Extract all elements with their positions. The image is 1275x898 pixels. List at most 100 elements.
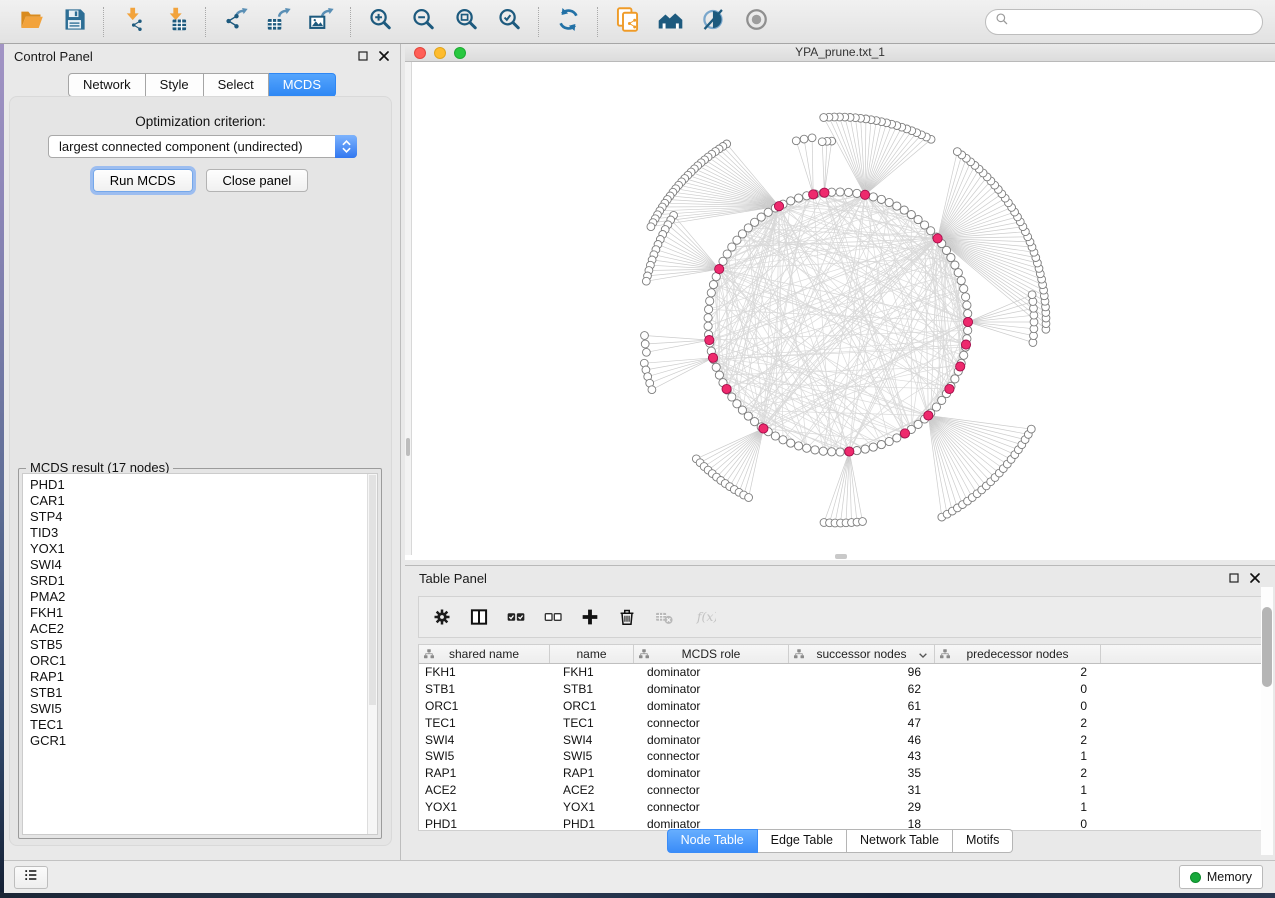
mcds-result-item[interactable]: SWI4 — [30, 557, 361, 573]
save-session-button[interactable] — [57, 4, 91, 40]
mcds-result-item[interactable]: GCR1 — [30, 733, 361, 749]
import-table-button[interactable] — [159, 4, 193, 40]
zoom-in-button[interactable] — [363, 4, 397, 40]
node-table-header: shared namename MCDS role successor nodes p… — [419, 645, 1261, 664]
table-row[interactable]: YOX1YOX1connector291 — [419, 798, 1261, 815]
home-networks-button[interactable] — [653, 4, 687, 40]
select-all-columns-icon[interactable] — [505, 606, 527, 628]
cell-shared_name: SWI4 — [419, 733, 550, 747]
mcds-result-item[interactable]: STB5 — [30, 637, 361, 653]
mcds-result-item[interactable]: FKH1 — [30, 605, 361, 621]
memory-button[interactable]: Memory — [1179, 865, 1263, 889]
table-row[interactable]: FKH1FKH1dominator962 — [419, 664, 1261, 681]
close-table-panel-icon[interactable] — [1249, 571, 1261, 589]
float-panel-icon[interactable] — [357, 49, 369, 67]
deselect-all-columns-icon[interactable] — [542, 606, 564, 628]
mcds-result-item[interactable]: ORC1 — [30, 653, 361, 669]
mcds-result-item[interactable]: STP4 — [30, 509, 361, 525]
zoom-out-button[interactable] — [406, 4, 440, 40]
tree-icon — [793, 648, 805, 660]
column-header-MCDS-role[interactable]: MCDS role — [634, 645, 789, 663]
copy-network-button[interactable] — [610, 4, 644, 40]
network-graph[interactable] — [405, 62, 1275, 560]
mcds-result-item[interactable]: PHD1 — [30, 477, 361, 493]
zoom-fit-button[interactable] — [449, 4, 483, 40]
cell-name: RAP1 — [550, 766, 634, 780]
mcds-result-item[interactable]: CAR1 — [30, 493, 361, 509]
result-list-scrollbar[interactable] — [367, 474, 377, 834]
delete-column-icon[interactable] — [616, 606, 638, 628]
mcds-result-item[interactable]: RAP1 — [30, 669, 361, 685]
tab-motifs[interactable]: Motifs — [953, 829, 1013, 853]
close-panel-icon[interactable] — [378, 49, 390, 67]
cell-mcds_role: connector — [634, 749, 789, 763]
network-horizontal-scrollbar[interactable] — [835, 554, 847, 559]
tab-style[interactable]: Style — [146, 73, 204, 97]
column-header-name[interactable]: name — [550, 645, 634, 663]
mcds-result-item[interactable]: TEC1 — [30, 717, 361, 733]
show-details-eye-button[interactable] — [739, 4, 773, 40]
add-column-icon[interactable] — [579, 606, 601, 628]
cell-shared_name: ACE2 — [419, 783, 550, 797]
refresh-layout-button[interactable] — [551, 4, 585, 40]
table-scrollbar[interactable] — [1261, 587, 1273, 855]
tab-select[interactable]: Select — [204, 73, 269, 97]
tab-edge-table[interactable]: Edge Table — [758, 829, 847, 853]
mcds-result-item[interactable]: PMA2 — [30, 589, 361, 605]
column-header-predecessor-nodes[interactable]: predecessor nodes — [935, 645, 1101, 663]
float-table-panel-icon[interactable] — [1228, 571, 1240, 589]
network-canvas[interactable] — [405, 62, 1275, 560]
mcds-result-item[interactable]: SWI5 — [30, 701, 361, 717]
close-window-icon[interactable] — [414, 47, 426, 59]
tab-mcds[interactable]: MCDS — [269, 73, 336, 97]
table-toolbar: f(x) — [418, 596, 1262, 638]
import-network-button[interactable] — [116, 4, 150, 40]
search-box[interactable] — [985, 9, 1263, 35]
export-table-button[interactable] — [261, 4, 295, 40]
cell-shared_name: ORC1 — [419, 699, 550, 713]
zoom-selected-button[interactable] — [492, 4, 526, 40]
app-window: Control Panel NetworkStyleSelectMCDS Opt… — [4, 0, 1275, 893]
cell-predecessor_nodes: 1 — [935, 749, 1101, 763]
cell-mcds_role: dominator — [634, 682, 789, 696]
cell-shared_name: SWI5 — [419, 749, 550, 763]
column-header-filler — [1101, 645, 1261, 663]
export-network-button[interactable] — [218, 4, 252, 40]
table-row[interactable]: SWI5SWI5connector431 — [419, 748, 1261, 765]
column-header-shared-name[interactable]: shared name — [419, 645, 550, 663]
mcds-result-item[interactable]: STB1 — [30, 685, 361, 701]
network-vertical-scrollbar[interactable] — [405, 62, 412, 555]
maximize-window-icon[interactable] — [454, 47, 466, 59]
close-panel-button[interactable]: Close panel — [206, 169, 309, 192]
column-label: successor nodes — [816, 647, 906, 661]
run-mcds-button[interactable]: Run MCDS — [93, 169, 193, 192]
table-row[interactable]: ORC1ORC1dominator610 — [419, 698, 1261, 715]
table-row[interactable]: TEC1TEC1connector472 — [419, 714, 1261, 731]
task-history-button[interactable] — [14, 866, 48, 889]
table-row[interactable]: ACE2ACE2connector311 — [419, 782, 1261, 799]
cell-name: SWI5 — [550, 749, 634, 763]
mcds-result-item[interactable]: YOX1 — [30, 541, 361, 557]
toolbar-separator — [597, 7, 598, 37]
column-header-successor-nodes[interactable]: successor nodes — [789, 645, 935, 663]
mcds-result-item[interactable]: SRD1 — [30, 573, 361, 589]
show-columns-icon[interactable] — [468, 606, 490, 628]
mcds-result-item[interactable]: ACE2 — [30, 621, 361, 637]
criterion-dropdown[interactable]: largest connected component (undirected) — [48, 135, 357, 158]
table-row[interactable]: STB1STB1dominator620 — [419, 681, 1261, 698]
table-row[interactable]: RAP1RAP1dominator352 — [419, 765, 1261, 782]
tab-network[interactable]: Network — [68, 73, 146, 97]
toolbar-separator — [103, 7, 104, 37]
tab-network-table[interactable]: Network Table — [847, 829, 953, 853]
column-label: MCDS role — [682, 647, 741, 661]
table-row[interactable]: SWI4SWI4dominator462 — [419, 731, 1261, 748]
table-settings-icon[interactable] — [431, 606, 453, 628]
search-input[interactable] — [1015, 15, 1253, 29]
export-image-button[interactable] — [304, 4, 338, 40]
minimize-window-icon[interactable] — [434, 47, 446, 59]
graphics-details-button[interactable] — [696, 4, 730, 40]
open-session-button[interactable] — [14, 4, 48, 40]
mcds-result-item[interactable]: TID3 — [30, 525, 361, 541]
mcds-result-groupbox: MCDS result (17 nodes) PHD1CAR1STP4TID3Y… — [18, 468, 382, 839]
tab-node-table[interactable]: Node Table — [667, 829, 758, 853]
